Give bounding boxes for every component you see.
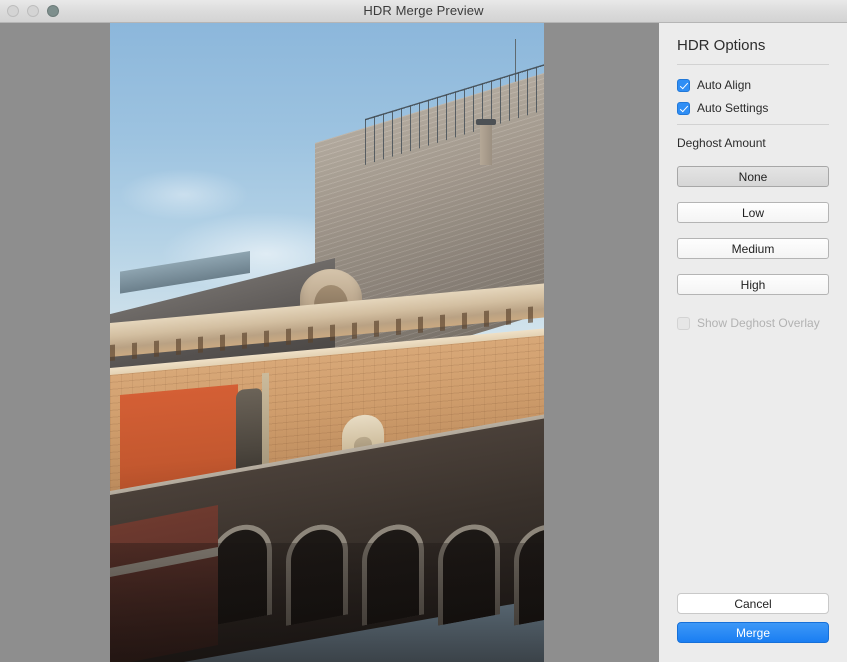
preview-canvas[interactable] bbox=[0, 23, 659, 662]
title-bar: HDR Merge Preview bbox=[0, 0, 847, 23]
hdr-merge-window: HDR Merge Preview HDR Options Auto Align… bbox=[0, 0, 847, 662]
hdr-options-panel: HDR Options Auto Align Auto Settings Deg… bbox=[659, 23, 847, 662]
photo-chimney bbox=[480, 123, 492, 165]
panel-title: HDR Options bbox=[677, 37, 766, 54]
deghost-amount-label: Deghost Amount bbox=[677, 136, 766, 150]
checkbox-row-auto-settings[interactable]: Auto Settings bbox=[677, 101, 768, 115]
auto-settings-label: Auto Settings bbox=[697, 101, 769, 115]
deghost-option-low[interactable]: Low bbox=[677, 202, 829, 223]
auto-settings-checkbox[interactable] bbox=[677, 101, 690, 115]
cancel-button[interactable]: Cancel bbox=[677, 593, 829, 614]
photo-shadow-overlay bbox=[110, 543, 544, 662]
auto-align-label: Auto Align bbox=[697, 78, 752, 92]
show-deghost-overlay-label: Show Deghost Overlay bbox=[697, 316, 820, 330]
checkbox-row-show-deghost-overlay: Show Deghost Overlay bbox=[677, 316, 820, 330]
deghost-option-medium[interactable]: Medium bbox=[677, 238, 829, 259]
checkbox-row-auto-align[interactable]: Auto Align bbox=[677, 78, 751, 92]
panel-divider-top bbox=[677, 64, 829, 65]
deghost-option-high[interactable]: High bbox=[677, 274, 829, 295]
window-title: HDR Merge Preview bbox=[363, 3, 484, 18]
merge-button[interactable]: Merge bbox=[677, 622, 829, 643]
photo-chimney-cap bbox=[476, 119, 496, 125]
hdr-preview-image bbox=[110, 23, 544, 662]
show-deghost-overlay-checkbox bbox=[677, 316, 690, 330]
panel-divider-middle bbox=[677, 124, 829, 125]
auto-align-checkbox[interactable] bbox=[677, 78, 690, 92]
deghost-option-none[interactable]: None bbox=[677, 166, 829, 187]
